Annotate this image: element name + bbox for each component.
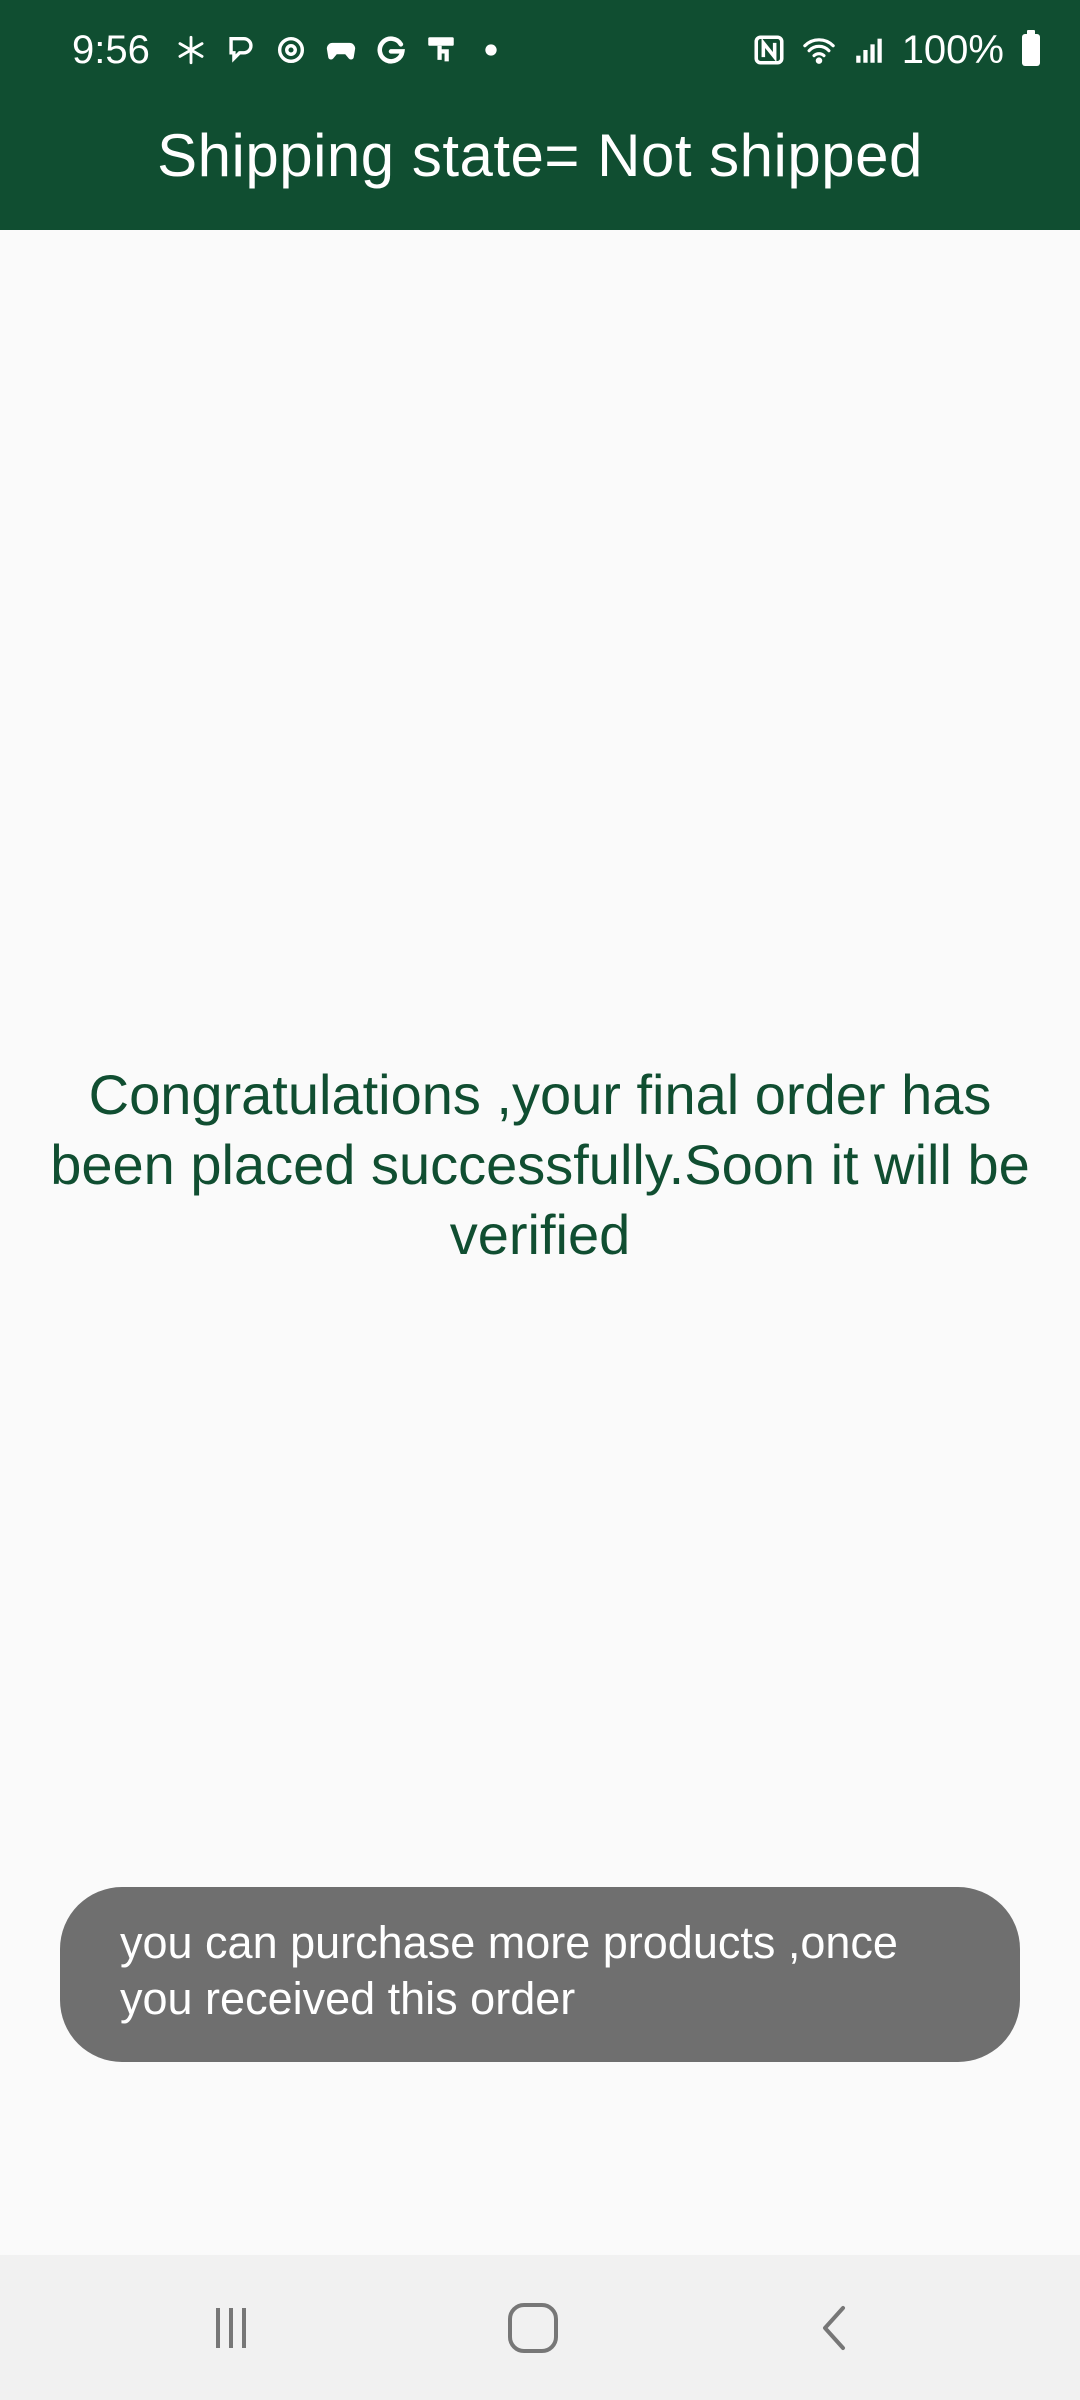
home-button[interactable] [433, 2255, 633, 2400]
signal-icon [852, 33, 886, 67]
snowflake-icon [174, 33, 208, 67]
target-icon [274, 33, 308, 67]
nfc-icon [752, 33, 786, 67]
status-right: 100% [752, 30, 1040, 70]
touch-icon [424, 33, 458, 67]
status-bar: 9:56 100% [0, 0, 1080, 100]
status-left: 9:56 [72, 30, 508, 70]
wifi-icon [802, 33, 836, 67]
home-icon [508, 2302, 558, 2353]
messenger-icon [224, 33, 258, 67]
back-icon [823, 2305, 845, 2350]
google-icon [374, 33, 408, 67]
recent-apps-button[interactable] [131, 2255, 331, 2400]
toast-message: you can purchase more products ,once you… [60, 1887, 1020, 2062]
recent-apps-icon [216, 2307, 246, 2348]
navigation-bar [0, 2255, 1080, 2400]
status-time: 9:56 [72, 28, 150, 72]
battery-percentage: 100% [901, 28, 1004, 72]
back-button[interactable] [735, 2255, 935, 2400]
main-content: Congratulations ,your final order has be… [0, 230, 1080, 2255]
battery-icon [1022, 30, 1040, 66]
gamepad-icon [324, 33, 358, 67]
dot-icon [474, 33, 508, 67]
order-success-message: Congratulations ,your final order has be… [50, 1063, 1030, 1266]
app-header: 9:56 100% Shipping state= Not shipped [0, 0, 1080, 230]
page-title: Shipping state= Not shipped [157, 121, 923, 189]
